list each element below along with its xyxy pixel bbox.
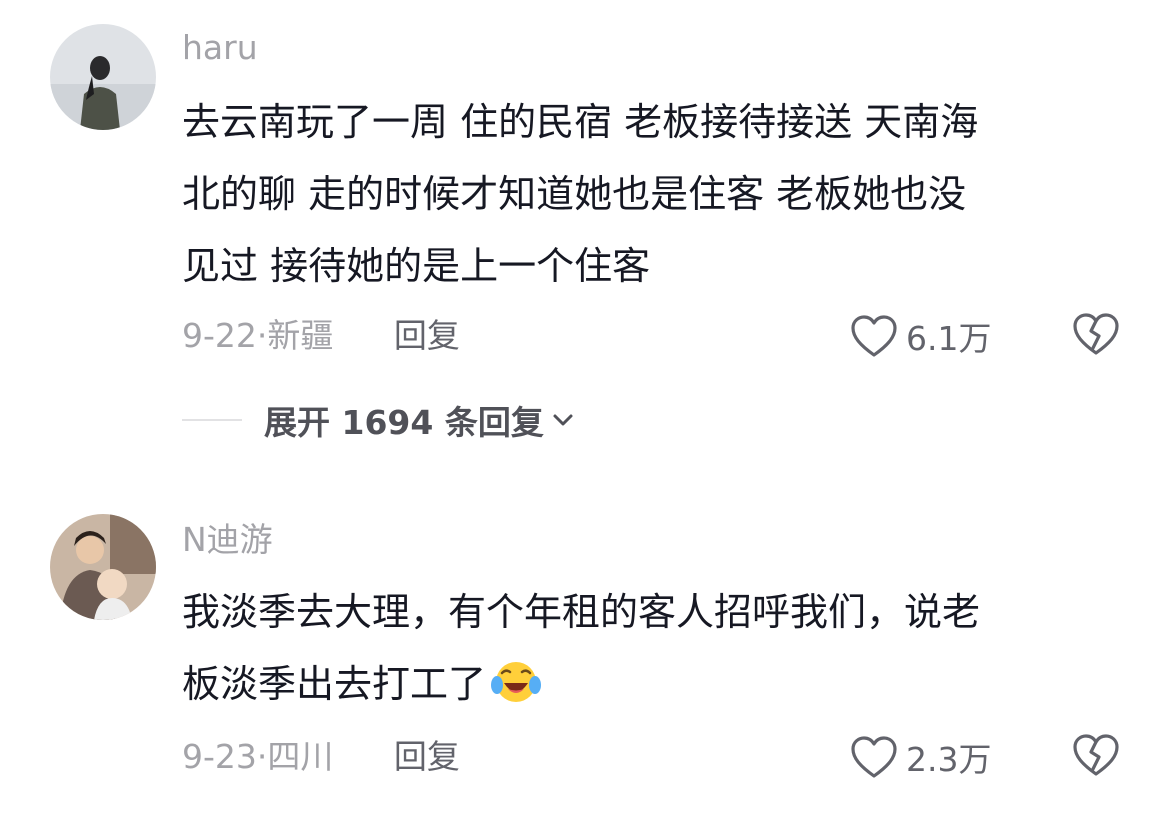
- like-button[interactable]: 6.1万: [850, 312, 991, 360]
- laughing-tears-emoji: [490, 656, 542, 728]
- dislike-button[interactable]: [1072, 733, 1120, 781]
- avatar[interactable]: [50, 514, 156, 620]
- comment-date: 9-22: [182, 316, 257, 355]
- comment-text-line: 我淡季去大理，有个年租的客人招呼我们，说老: [182, 590, 981, 634]
- like-count: 2.3万: [906, 740, 992, 779]
- expand-replies-button[interactable]: 展开 1694 条回复: [182, 396, 576, 444]
- comment-text-line: 见过 接待她的是上一个住客: [182, 244, 651, 288]
- username[interactable]: haru: [182, 26, 258, 70]
- comment-text-line: 去云南玩了一周 住的民宿 老板接待接送 天南海: [182, 100, 979, 144]
- broken-heart-icon: [1073, 313, 1119, 355]
- avatar[interactable]: [50, 24, 156, 130]
- meta-separator: ·: [256, 737, 268, 776]
- divider-line: [182, 419, 242, 421]
- comment-text: 去云南玩了一周 住的民宿 老板接待接送 天南海 北的聊 走的时候才知道她也是住客…: [182, 86, 1122, 302]
- heart-outline-icon: [851, 736, 897, 778]
- like-button[interactable]: 2.3万: [850, 733, 991, 781]
- expand-replies-label: 展开 1694 条回复: [264, 403, 544, 442]
- comment-text: 我淡季去大理，有个年租的客人招呼我们，说老 板淡季出去打工了: [182, 576, 1122, 728]
- reply-button[interactable]: 回复: [394, 735, 460, 779]
- comment-date: 9-23: [182, 737, 257, 776]
- reply-button[interactable]: 回复: [394, 314, 460, 358]
- comment-text-line: 北的聊 走的时候才知道她也是住客 老板她也没: [182, 172, 967, 216]
- meta-separator: ·: [256, 316, 268, 355]
- comment-meta: 9-23·四川 回复: [182, 735, 460, 779]
- broken-heart-icon: [1073, 734, 1119, 776]
- heart-outline-icon: [851, 315, 897, 357]
- comment-location: 四川: [267, 737, 334, 776]
- comment-text-fragment: 板淡季出去打工了: [182, 662, 487, 706]
- chevron-down-icon: [553, 414, 573, 426]
- dislike-button[interactable]: [1072, 312, 1120, 360]
- username[interactable]: N迪游: [182, 518, 273, 562]
- like-count: 6.1万: [906, 319, 992, 358]
- comment-meta: 9-22·新疆 回复: [182, 314, 460, 358]
- comment-text-line: 板淡季出去打工了: [182, 648, 1122, 728]
- comment-location: 新疆: [267, 316, 334, 355]
